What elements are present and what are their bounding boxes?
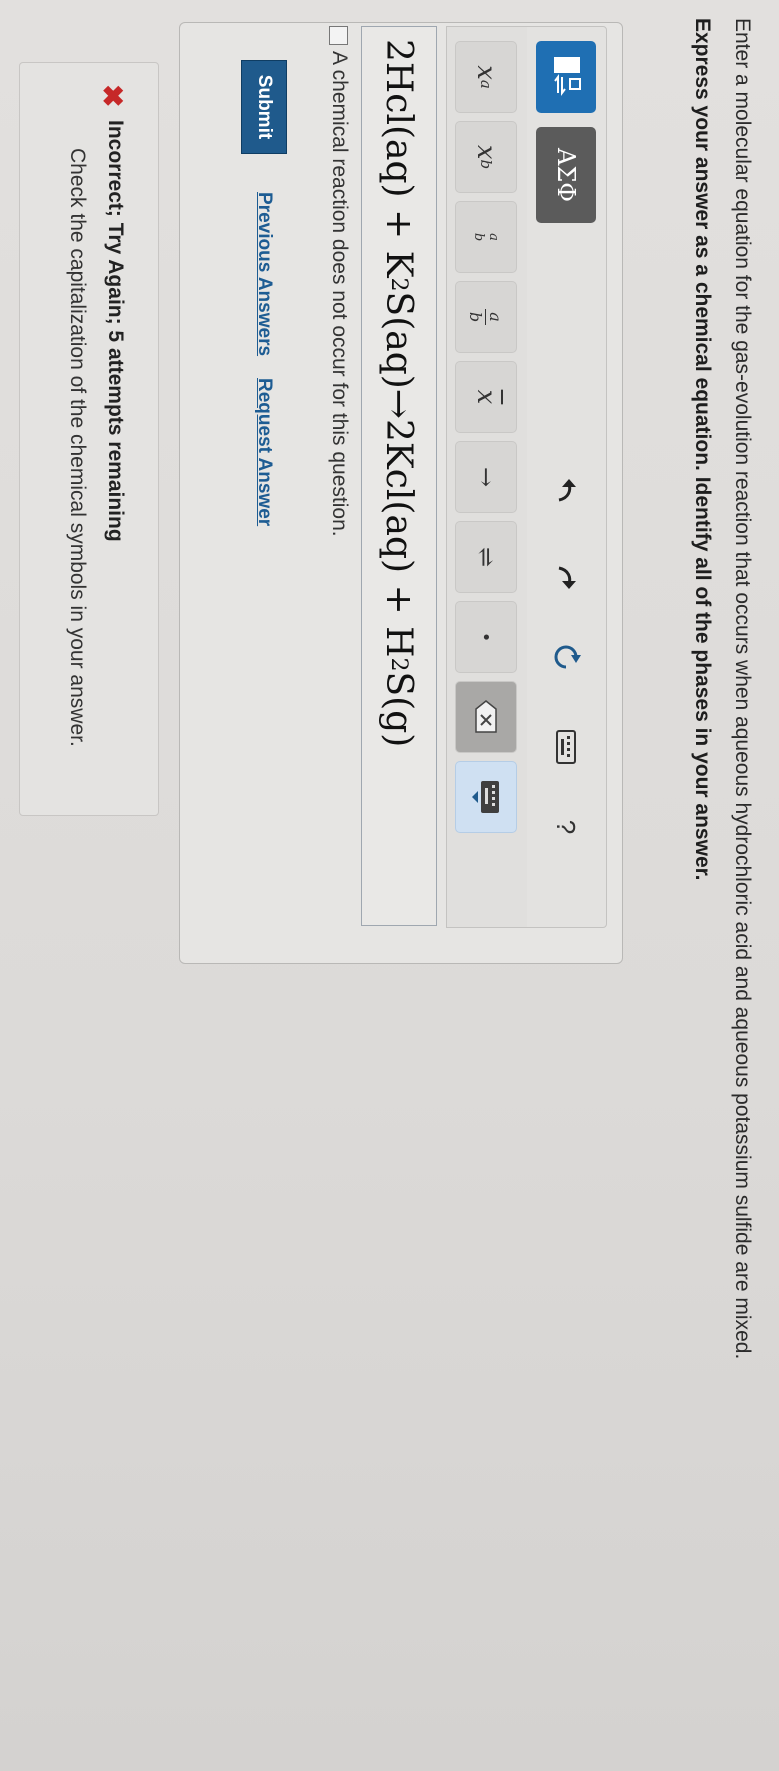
toolbar-row-2: xa xb a b a b x → ⇌ • bbox=[446, 26, 527, 928]
superscript-exp: a bbox=[477, 79, 495, 89]
undo-button[interactable] bbox=[536, 461, 596, 521]
request-answer-link[interactable]: Request Answer bbox=[253, 378, 275, 526]
reset-icon bbox=[554, 645, 581, 669]
answer-part-1: 2Hcl(aq) + K bbox=[378, 39, 420, 278]
keyboard-toggle-button[interactable] bbox=[455, 761, 517, 833]
small-fraction-num: a bbox=[486, 233, 501, 241]
previous-answers-link[interactable]: Previous Answers bbox=[253, 192, 275, 356]
equilibrium-arrow-button[interactable]: ⇌ bbox=[455, 521, 517, 593]
submit-button[interactable]: Submit bbox=[241, 60, 287, 154]
question-prompt: Enter a molecular equation for the gas-e… bbox=[731, 18, 754, 1360]
overbar-button[interactable]: x bbox=[455, 361, 517, 433]
no-reaction-option[interactable]: A chemical reaction does not occur for t… bbox=[327, 26, 351, 537]
small-fraction-den: b bbox=[471, 232, 486, 242]
superscript-button[interactable]: xa bbox=[455, 41, 517, 113]
templates-button[interactable] bbox=[536, 41, 596, 113]
keyboard-shortcuts-button[interactable] bbox=[536, 717, 596, 777]
superscript-base: x bbox=[471, 65, 501, 80]
answer-part-2: S(aq)→2Kcl(aq) + H bbox=[378, 291, 420, 658]
fraction-den: b bbox=[466, 311, 486, 323]
reaction-arrow-button[interactable]: → bbox=[455, 441, 517, 513]
subscript-button[interactable]: xb bbox=[455, 121, 517, 193]
no-reaction-label: A chemical reaction does not occur for t… bbox=[328, 51, 351, 537]
x-icon: ✖ bbox=[97, 84, 128, 108]
question-instruction: Express your answer as a chemical equati… bbox=[691, 18, 714, 881]
feedback-message: Check the capitalization of the chemical… bbox=[66, 148, 89, 747]
dot-button[interactable]: • bbox=[455, 601, 517, 673]
undo-icon bbox=[558, 479, 576, 502]
rotated-screen: Enter a molecular equation for the gas-e… bbox=[0, 0, 779, 1771]
no-reaction-checkbox[interactable] bbox=[329, 26, 349, 45]
answer-part-3: S(g) bbox=[378, 671, 420, 748]
subscript-sub: b bbox=[477, 159, 495, 170]
keyboard-toggle-icon bbox=[472, 781, 499, 813]
feedback-box bbox=[19, 62, 159, 816]
help-button[interactable]: ? bbox=[536, 797, 596, 857]
toolbar-row-1: ΑΣΦ ? bbox=[525, 26, 607, 928]
symbols-button[interactable]: ΑΣΦ bbox=[536, 127, 596, 223]
reset-button[interactable] bbox=[536, 627, 596, 687]
redo-icon bbox=[558, 566, 576, 589]
fraction-button[interactable]: a b bbox=[455, 281, 517, 353]
feedback-title: Incorrect; Try Again; 5 attempts remaini… bbox=[104, 120, 127, 542]
small-fraction-button[interactable]: a b bbox=[455, 201, 517, 273]
delete-icon bbox=[475, 700, 497, 733]
templates-icon bbox=[554, 57, 581, 96]
subscript-base: x bbox=[471, 144, 501, 160]
answer-sub-2: 2 bbox=[386, 657, 412, 672]
answer-input[interactable]: 2Hcl(aq) + K 2 S(aq)→2Kcl(aq) + H 2 S(g) bbox=[361, 26, 437, 926]
redo-button[interactable] bbox=[536, 547, 596, 607]
delete-button[interactable] bbox=[455, 681, 517, 753]
answer-sub-1: 2 bbox=[386, 277, 412, 292]
fraction-num: a bbox=[485, 309, 506, 325]
keyboard-icon bbox=[556, 730, 576, 764]
